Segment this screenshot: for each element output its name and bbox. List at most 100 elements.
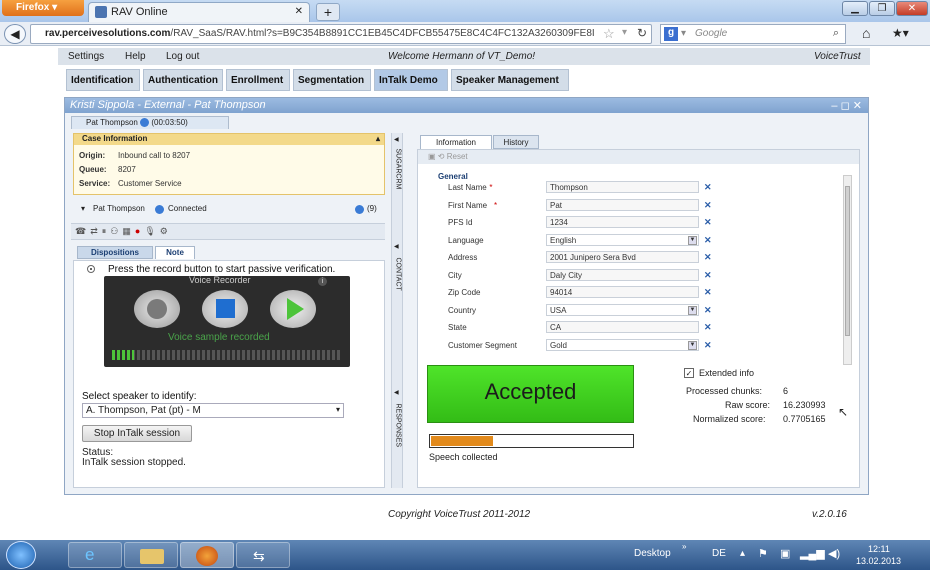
- tab-speaker-management[interactable]: Speaker Management: [451, 69, 569, 91]
- bookmarks-menu-icon[interactable]: ★▾: [892, 26, 909, 40]
- field-input[interactable]: CA: [546, 321, 699, 333]
- side-label-responses[interactable]: RESPONSES: [395, 404, 402, 454]
- help-link[interactable]: Help: [125, 51, 146, 62]
- maximize-button[interactable]: ❐: [869, 1, 895, 16]
- clear-field-icon[interactable]: ✕: [704, 322, 712, 333]
- reset-label[interactable]: Reset: [447, 152, 468, 161]
- search-input[interactable]: g ▾ Google ⌕: [660, 24, 846, 44]
- save-icon[interactable]: ▣: [428, 152, 436, 161]
- tab-note[interactable]: Note: [155, 246, 195, 259]
- dropdown-arrow-icon[interactable]: ▼: [688, 305, 697, 315]
- new-tab-button[interactable]: +: [316, 3, 340, 21]
- expand-responses-icon[interactable]: ◀: [394, 389, 399, 396]
- tab-authentication[interactable]: Authentication: [143, 69, 223, 91]
- panel-window-controls-icon[interactable]: ‒ ◻ ✕: [831, 99, 862, 112]
- field-input[interactable]: Gold ▼: [546, 338, 699, 351]
- home-icon[interactable]: ⌂: [862, 25, 870, 41]
- field-input[interactable]: English ▼: [546, 233, 699, 246]
- side-label-sugarcrm[interactable]: SUGARCRM: [395, 149, 402, 193]
- clear-field-icon[interactable]: ✕: [704, 217, 712, 228]
- show-hidden-icons-icon[interactable]: ▴: [740, 548, 745, 559]
- expand-caller-icon[interactable]: ▾: [81, 204, 85, 213]
- info-icon[interactable]: i: [318, 277, 327, 286]
- dropdown-arrow-icon[interactable]: ▼: [688, 340, 697, 350]
- clear-field-icon[interactable]: ✕: [704, 270, 712, 281]
- device-tray-icon[interactable]: ▣: [780, 547, 790, 560]
- record-button[interactable]: [134, 290, 180, 328]
- reload-icon[interactable]: ↻: [637, 26, 647, 40]
- language-indicator[interactable]: DE: [712, 548, 726, 559]
- network-signal-icon[interactable]: ▂▄▆: [800, 547, 825, 560]
- firefox-taskbar-icon[interactable]: [180, 542, 234, 568]
- conference-icon[interactable]: ⚇: [110, 226, 122, 236]
- history-dropdown-icon[interactable]: ▾: [622, 27, 627, 38]
- clear-field-icon[interactable]: ✕: [704, 287, 712, 298]
- tab-intalk-demo[interactable]: InTalk Demo: [374, 69, 448, 91]
- expand-contact-icon[interactable]: ◀: [394, 243, 399, 250]
- clear-field-icon[interactable]: ✕: [704, 200, 712, 211]
- keypad-icon[interactable]: ▦: [122, 226, 135, 236]
- tab-identification[interactable]: Identification: [66, 69, 140, 91]
- clear-field-icon[interactable]: ✕: [704, 235, 712, 246]
- settings-icon[interactable]: ⚙: [160, 226, 172, 236]
- stop-intalk-button[interactable]: Stop InTalk session: [82, 425, 192, 442]
- explorer-taskbar-icon[interactable]: [124, 542, 178, 568]
- transfer-icon[interactable]: ⇄: [90, 226, 102, 236]
- settings-link[interactable]: Settings: [68, 51, 104, 62]
- minimize-button[interactable]: ▁: [842, 1, 868, 16]
- call-tab[interactable]: Pat Thompson (00:03:50): [71, 116, 229, 129]
- hold-icon[interactable]: ⏸: [102, 226, 111, 236]
- mute-icon[interactable]: 🎙: [144, 226, 159, 236]
- field-input[interactable]: 94014: [546, 286, 699, 298]
- clock-time[interactable]: 12:11: [868, 544, 890, 554]
- search-icon[interactable]: ⌕: [833, 27, 839, 40]
- firefox-menu-button[interactable]: Firefox ▾: [2, 0, 84, 16]
- close-window-button[interactable]: ✕: [896, 1, 928, 16]
- clear-field-icon[interactable]: ✕: [704, 305, 712, 316]
- clock-date[interactable]: 13.02.2013: [856, 556, 901, 566]
- hangup-icon[interactable]: ☎: [75, 226, 90, 236]
- browser-tab[interactable]: RAV Online ✕: [88, 2, 310, 22]
- field-label: Country: [448, 305, 477, 315]
- collapse-icon[interactable]: ▴: [376, 134, 380, 143]
- logout-link[interactable]: Log out: [166, 51, 199, 62]
- clear-field-icon[interactable]: ✕: [704, 182, 712, 193]
- engine-dropdown-icon[interactable]: ▾: [681, 28, 686, 39]
- start-button[interactable]: [6, 541, 36, 569]
- vertical-scrollbar[interactable]: [843, 175, 852, 365]
- speaker-select[interactable]: A. Thompson, Pat (pt) - M ▾: [82, 403, 344, 418]
- expand-sugarcrm-icon[interactable]: ◀: [394, 136, 399, 143]
- close-tab-icon[interactable]: ✕: [295, 6, 303, 17]
- ie-taskbar-icon[interactable]: e: [68, 542, 122, 568]
- volume-icon[interactable]: ◀): [828, 547, 840, 560]
- field-input[interactable]: Pat: [546, 198, 699, 211]
- bookmark-star-icon[interactable]: ☆: [603, 26, 615, 42]
- field-input[interactable]: Daly City: [546, 268, 699, 281]
- tab-information[interactable]: Information: [420, 135, 492, 149]
- record-icon[interactable]: ●: [135, 226, 144, 236]
- dropdown-arrow-icon[interactable]: ▼: [688, 235, 697, 245]
- play-button[interactable]: [270, 290, 316, 328]
- clear-field-icon[interactable]: ✕: [704, 340, 712, 351]
- side-label-contact[interactable]: CONTACT: [395, 258, 402, 296]
- field-input[interactable]: 1234: [546, 216, 699, 228]
- field-input[interactable]: USA ▼: [546, 303, 699, 316]
- reset-icon[interactable]: ⟲: [438, 152, 445, 161]
- back-button[interactable]: ◀: [4, 24, 26, 44]
- verify-radio[interactable]: [87, 265, 95, 273]
- tab-segmentation[interactable]: Segmentation: [293, 69, 371, 91]
- caller-row[interactable]: ▾ Pat Thompson Connected (9): [73, 203, 385, 217]
- action-center-flag-icon[interactable]: ⚑: [758, 547, 768, 560]
- desktop-label[interactable]: Desktop: [634, 548, 671, 559]
- stop-button[interactable]: [202, 290, 248, 328]
- tab-enrollment[interactable]: Enrollment: [226, 69, 290, 91]
- field-input[interactable]: 2001 Junipero Sera Bvd: [546, 251, 699, 263]
- extended-info-checkbox[interactable]: ✓: [684, 368, 694, 378]
- field-input[interactable]: Thompson: [546, 181, 699, 193]
- toolbar-expand-icon[interactable]: »: [682, 542, 686, 551]
- tab-dispositions[interactable]: Dispositions: [77, 246, 153, 259]
- clear-field-icon[interactable]: ✕: [704, 252, 712, 263]
- url-bar[interactable]: rav.perceivesolutions.com/RAV_SaaS/RAV.h…: [30, 24, 652, 44]
- switch-windows-taskbar-icon[interactable]: ⇆: [236, 542, 290, 568]
- tab-history[interactable]: History: [493, 135, 539, 149]
